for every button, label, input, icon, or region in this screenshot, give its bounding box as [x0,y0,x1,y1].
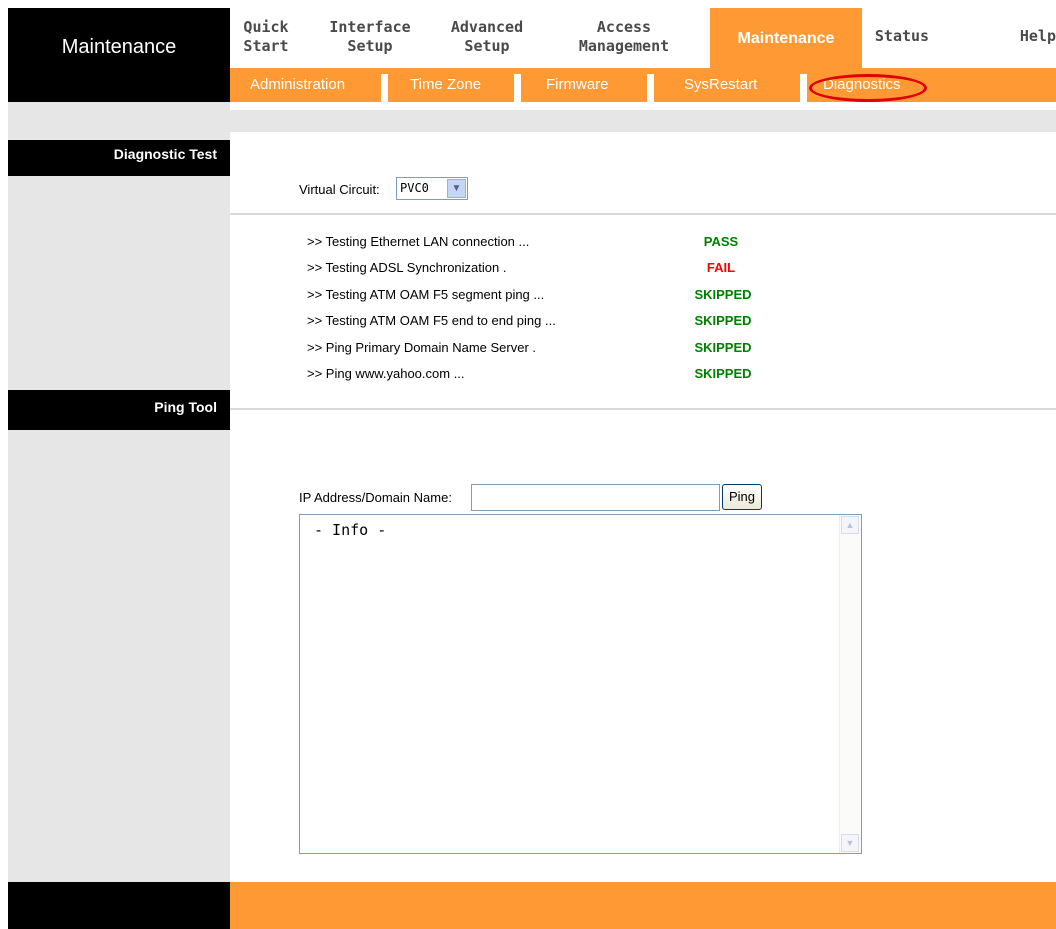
test-adsl-result: FAIL [706,260,736,275]
ping-info-textarea[interactable]: - Info - ▲ ▼ [299,514,862,854]
subnav-separator [800,74,807,102]
nav-access-management[interactable]: Access Management [554,8,694,68]
footer-right [230,882,1056,929]
sidebar-diagnostic-test-heading: Diagnostic Test [8,140,230,176]
info-text: - Info - [314,521,387,539]
nav-maintenance[interactable]: Maintenance [710,8,862,68]
virtual-circuit-value: PVC0 [400,181,429,195]
page-brand-title: Maintenance [61,35,177,58]
test-ethernet-result: PASS [703,234,739,249]
chevron-down-icon[interactable]: ▼ [447,179,466,198]
info-scrollbar[interactable]: ▲ ▼ [839,515,861,853]
subnav-separator [647,74,654,102]
test-adsl-label: >> Testing ADSL Synchronization . [307,260,507,275]
scroll-up-icon[interactable]: ▲ [841,516,859,534]
section-separator-strip [230,110,1056,132]
subnav-firmware[interactable]: Firmware [546,68,609,102]
nav-interface-setup[interactable]: Interface Setup [324,8,416,68]
nav-quick-start[interactable]: Quick Start [238,8,294,68]
test-oam-segment-result: SKIPPED [694,287,752,302]
sub-navigation: Administration Time Zone Firmware SysRes… [230,68,1056,102]
subnav-time-zone[interactable]: Time Zone [410,68,481,102]
test-yahoo-result: SKIPPED [694,366,752,381]
scroll-down-icon[interactable]: ▼ [841,834,859,852]
virtual-circuit-select[interactable]: PVC0 ▼ [396,177,468,200]
nav-advanced-setup[interactable]: Advanced Setup [444,8,530,68]
subnav-separator [381,74,388,102]
subnav-separator [514,74,521,102]
test-yahoo-label: >> Ping www.yahoo.com ... [307,366,465,381]
divider [230,408,1056,410]
footer-left [8,882,230,929]
ping-button[interactable]: Ping [722,484,762,510]
divider [230,213,1056,215]
subnav-administration[interactable]: Administration [250,68,345,102]
sidebar [8,102,230,882]
diagnostics-highlight-circle [809,74,927,102]
virtual-circuit-label: Virtual Circuit: [299,182,380,197]
nav-help[interactable]: Help [1006,8,1056,68]
test-oam-segment-label: >> Testing ATM OAM F5 segment ping ... [307,287,545,302]
ip-address-label: IP Address/Domain Name: [299,490,452,505]
test-oam-end-to-end-result: SKIPPED [694,313,752,328]
test-ethernet-label: >> Testing Ethernet LAN connection ... [307,234,530,249]
nav-status[interactable]: Status [866,8,938,68]
test-oam-end-to-end-label: >> Testing ATM OAM F5 end to end ping ..… [307,313,556,328]
subnav-sysrestart[interactable]: SysRestart [684,68,757,102]
test-dns-label: >> Ping Primary Domain Name Server . [307,340,537,355]
top-navigation: Quick Start Interface Setup Advanced Setup … [230,8,1056,68]
ip-address-input[interactable] [471,484,720,511]
sidebar-ping-tool-heading: Ping Tool [8,390,230,430]
test-dns-result: SKIPPED [694,340,752,355]
